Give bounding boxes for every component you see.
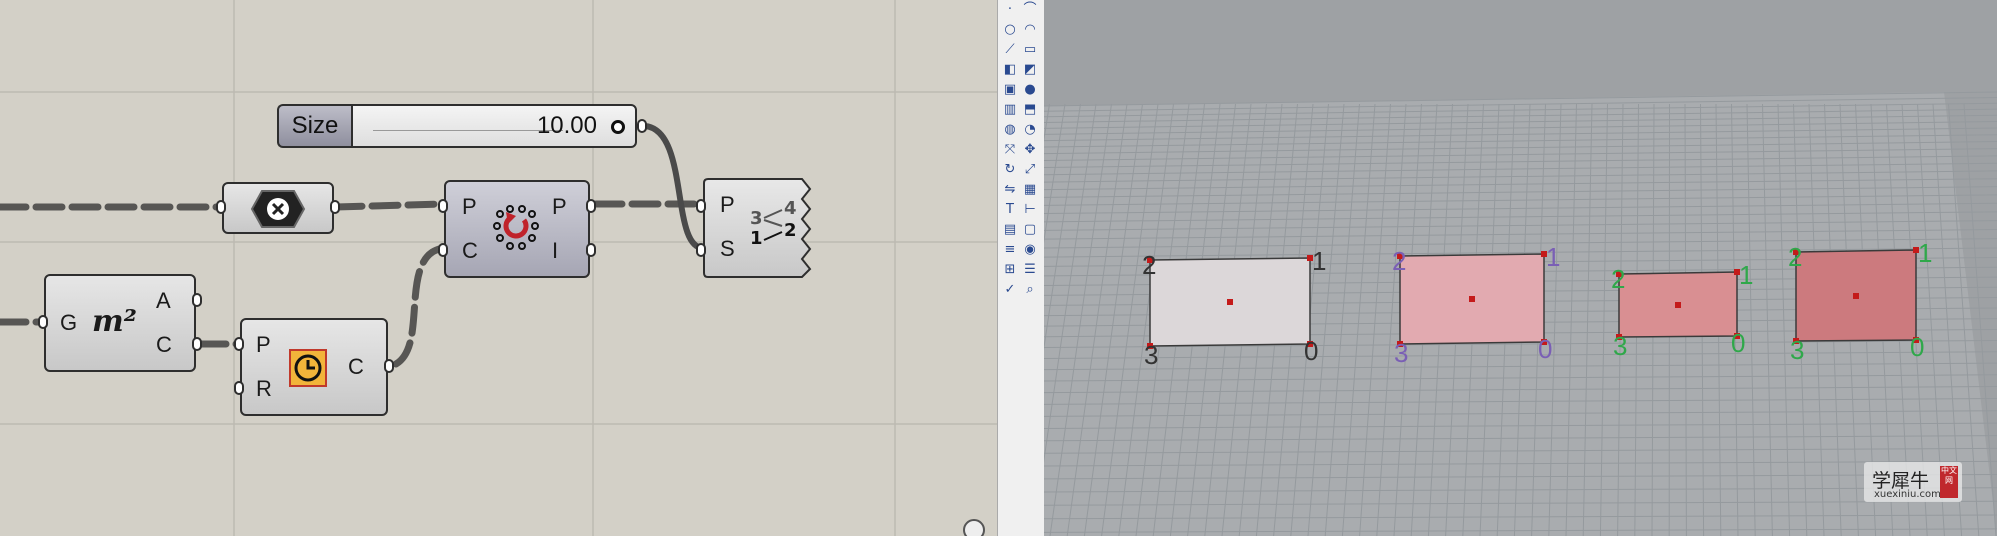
polar-i-output-grip[interactable] — [586, 243, 596, 257]
slider-track[interactable]: 10.00 — [351, 104, 637, 148]
negate-x-icon — [250, 190, 306, 228]
sort-p-input-grip[interactable] — [696, 199, 706, 213]
rotate-array-icon — [493, 205, 539, 250]
polar-p-output-grip[interactable] — [586, 199, 596, 213]
negate-output-grip[interactable] — [330, 200, 340, 214]
circle-icon[interactable]: ○ — [1002, 22, 1018, 38]
rhino-viewport[interactable]: 2 1 3 0 2 1 3 0 2 1 3 0 2 1 3 0 — [1044, 0, 1997, 536]
array-icon[interactable]: ▦ — [1022, 182, 1038, 198]
area-a-output-grip[interactable] — [192, 293, 202, 307]
rectangle-p-input-grip[interactable] — [234, 337, 244, 351]
analyze-icon[interactable]: ⌕ — [1022, 282, 1038, 298]
dimension-icon[interactable]: ⊢ — [1022, 202, 1038, 218]
canvas-radial-menu-icon[interactable] — [954, 516, 994, 536]
corner-index-label: 0 — [1538, 334, 1552, 364]
center-point-marker — [1469, 296, 1475, 302]
viewport-scene: 2 1 3 0 2 1 3 0 2 1 3 0 2 1 3 0 — [1044, 91, 1997, 536]
polar-input-c: C — [462, 238, 478, 263]
area-input-g: G — [60, 310, 78, 335]
size-slider[interactable]: Size 10.00 — [277, 104, 637, 148]
arc-icon[interactable]: ◠ — [1022, 22, 1038, 38]
rectangle-input-r: R — [256, 376, 272, 401]
polar-p-input-grip[interactable] — [438, 199, 448, 213]
area-output-c: C — [156, 332, 172, 357]
slider-value: 10.00 — [536, 112, 597, 139]
rectangle-r-input-grip[interactable] — [234, 381, 244, 395]
slider-ticks — [373, 116, 563, 131]
rectangle-output-c: C — [348, 354, 364, 379]
area-input-grip[interactable] — [38, 315, 48, 329]
properties-icon[interactable]: ☰ — [1022, 262, 1038, 278]
rotate-icon[interactable]: ↻ — [1002, 162, 1018, 178]
polar-output-p: P — [552, 194, 567, 219]
polar-output-i: I — [552, 238, 559, 263]
boolean-icon[interactable]: ◍ — [1002, 122, 1018, 138]
cylinder-icon[interactable]: ▥ — [1002, 102, 1018, 118]
polar-array-component[interactable]: P C P I — [444, 180, 590, 278]
slider-output-grip[interactable] — [637, 119, 647, 133]
extrude-icon[interactable]: ⬒ — [1022, 102, 1038, 118]
corner-index-label: 0 — [1304, 336, 1318, 366]
corner-index-label: 2 — [1392, 246, 1406, 276]
corner-index-label: 1 — [1739, 260, 1753, 290]
area-output-a: A — [156, 288, 171, 313]
loft-icon[interactable]: ◩ — [1022, 62, 1038, 78]
fillet-icon[interactable]: ◔ — [1022, 122, 1038, 138]
corner-index-label: 0 — [1731, 328, 1745, 358]
corner-index-label: 0 — [1910, 332, 1924, 362]
text-icon[interactable]: T — [1002, 202, 1018, 218]
corner-index-label: 2 — [1788, 242, 1802, 272]
center-point-marker — [1227, 299, 1233, 305]
corner-index-label: 2 — [1142, 250, 1156, 280]
sort-s-input-grip[interactable] — [696, 243, 706, 257]
corner-index-label: 1 — [1546, 242, 1560, 272]
curve-icon[interactable]: ⌒ — [1022, 2, 1038, 18]
rectangle-icon[interactable]: ▭ — [1022, 42, 1038, 58]
negate-input-grip[interactable] — [216, 200, 226, 214]
mirror-icon[interactable]: ⇋ — [1002, 182, 1018, 198]
corner-index-label: 3 — [1613, 331, 1627, 361]
corner-index-label: 1 — [1918, 238, 1932, 268]
block-icon[interactable]: ▢ — [1022, 222, 1038, 238]
polyline-icon[interactable]: ⟋ — [1002, 42, 1018, 58]
rectangle-output-grip[interactable] — [384, 359, 394, 373]
layer-icon[interactable]: ≡ — [1002, 242, 1018, 258]
rectangle-component[interactable]: P R C — [240, 318, 388, 416]
point-icon[interactable]: · — [1002, 2, 1018, 18]
transform-icon[interactable]: ⤧ — [1002, 142, 1018, 158]
corner-index-label: 3 — [1144, 340, 1158, 370]
rectangle-input-p: P — [256, 332, 271, 357]
group-icon[interactable]: ▤ — [1002, 222, 1018, 238]
corner-index-label: 3 — [1394, 338, 1408, 368]
grid-icon[interactable]: ⊞ — [1002, 262, 1018, 278]
area-c-output-grip[interactable] — [192, 337, 202, 351]
area-component[interactable]: G m² A C — [44, 274, 196, 372]
sort-input-p: P — [720, 192, 735, 217]
grasshopper-canvas[interactable]: Size 10.00 G m² A C P R C P C P I P S 3 … — [0, 0, 997, 536]
polar-c-input-grip[interactable] — [438, 243, 448, 257]
corner-index-label: 1 — [1312, 246, 1326, 276]
negate-component[interactable] — [222, 182, 334, 234]
render-icon[interactable]: ◉ — [1022, 242, 1038, 258]
check-icon[interactable]: ✓ — [1002, 282, 1018, 298]
area-icon: m² — [92, 304, 137, 339]
center-point-marker — [1675, 302, 1681, 308]
scale-icon[interactable]: ⤢ — [1022, 162, 1038, 178]
rectangle-clock-icon — [289, 349, 327, 387]
rhino-side-toolbar: · ⌒ ○ ◠ ⟋ ▭ ◧ ◩ ▣ ● ▥ ⬒ ◍ ◔ ⤧ ✥ ↻ ⤢ ⇋ ▦ T ⊢ ▤ ▢ ≡ ◉ ⊞ ☰ ✓ ⌕ — [997, 0, 1045, 536]
sort-points-icon: 3 4 1 2 — [750, 198, 797, 249]
surface-icon[interactable]: ◧ — [1002, 62, 1018, 78]
slider-knob[interactable] — [611, 120, 625, 134]
polar-input-p: P — [462, 194, 477, 219]
slider-name: Size — [277, 104, 351, 148]
slider-wire — [644, 123, 705, 252]
sphere-icon[interactable]: ● — [1022, 82, 1038, 98]
center-point-marker — [1853, 293, 1859, 299]
corner-index-label: 2 — [1611, 264, 1625, 294]
watermark-logo: 学犀牛 xuexiniu.com 中文网 — [1864, 462, 1962, 502]
corner-index-label: 3 — [1790, 335, 1804, 365]
box-icon[interactable]: ▣ — [1002, 82, 1018, 98]
move-icon[interactable]: ✥ — [1022, 142, 1038, 158]
sort-input-s: S — [720, 236, 735, 261]
